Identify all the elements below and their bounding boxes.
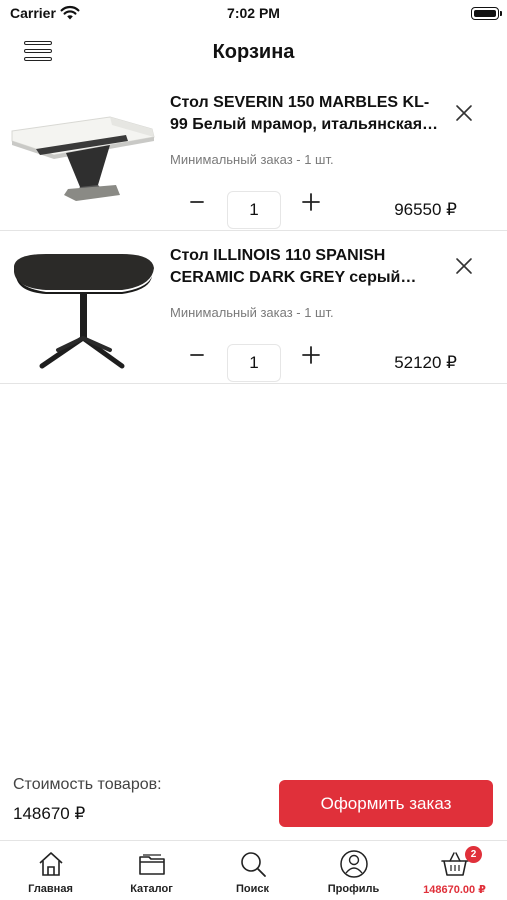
- profile-icon: [340, 850, 368, 878]
- search-icon: [241, 852, 266, 877]
- tab-label: Профиль: [327, 883, 380, 895]
- increase-quantity-icon[interactable]: [300, 344, 322, 366]
- quantity-field[interactable]: 1: [227, 191, 281, 229]
- status-time: 7:02 PM: [227, 5, 280, 21]
- tab-label: 148670.00 ₽: [423, 884, 486, 896]
- tab-catalog[interactable]: Каталог: [101, 841, 202, 900]
- product-image[interactable]: [6, 89, 158, 217]
- decrease-quantity-icon[interactable]: [186, 344, 208, 366]
- cart-item: Стол SEVERIN 150 MARBLES KL-99 Белый мра…: [0, 79, 507, 231]
- quantity-field[interactable]: 1: [227, 344, 281, 382]
- total-value: 148670 ₽: [13, 804, 86, 823]
- tab-label: Каталог: [130, 883, 173, 895]
- folder-icon: [139, 854, 165, 875]
- page-title: Корзина: [212, 41, 295, 63]
- battery-icon: [471, 7, 502, 20]
- checkout-button[interactable]: Оформить заказ: [279, 780, 493, 827]
- total-label: Стоимость товаров:: [13, 776, 162, 793]
- tab-home[interactable]: Главная: [0, 841, 101, 900]
- remove-item-icon[interactable]: [455, 257, 473, 275]
- home-icon: [39, 852, 63, 876]
- product-name[interactable]: Стол SEVERIN 150 MARBLES KL-99 Белый мра…: [170, 92, 440, 136]
- product-image[interactable]: [6, 242, 158, 370]
- tab-search[interactable]: Поиск: [202, 841, 303, 900]
- tab-bar: Главная Каталог Поиск Профиль 2 148670.0…: [0, 840, 507, 900]
- min-order-note: Минимальный заказ - 1 шт.: [170, 305, 334, 320]
- header: Корзина: [0, 30, 507, 78]
- min-order-note: Минимальный заказ - 1 шт.: [170, 152, 334, 167]
- status-bar: Carrier 7:02 PM: [0, 0, 507, 30]
- tab-label: Главная: [28, 883, 73, 895]
- tab-cart[interactable]: 2 148670.00 ₽: [404, 841, 507, 900]
- product-name[interactable]: Стол ILLINOIS 110 SPANISH CERAMIC DARK G…: [170, 245, 440, 289]
- decrease-quantity-icon[interactable]: [186, 191, 208, 213]
- increase-quantity-icon[interactable]: [300, 191, 322, 213]
- item-price: 52120 ₽: [394, 353, 457, 372]
- tab-label: Поиск: [235, 883, 269, 895]
- item-price: 96550 ₽: [394, 200, 457, 219]
- cart-item: Стол ILLINOIS 110 SPANISH CERAMIC DARK G…: [0, 232, 507, 384]
- remove-item-icon[interactable]: [455, 104, 473, 122]
- tab-profile[interactable]: Профиль: [303, 841, 404, 900]
- cart-count-badge: 2: [465, 846, 482, 863]
